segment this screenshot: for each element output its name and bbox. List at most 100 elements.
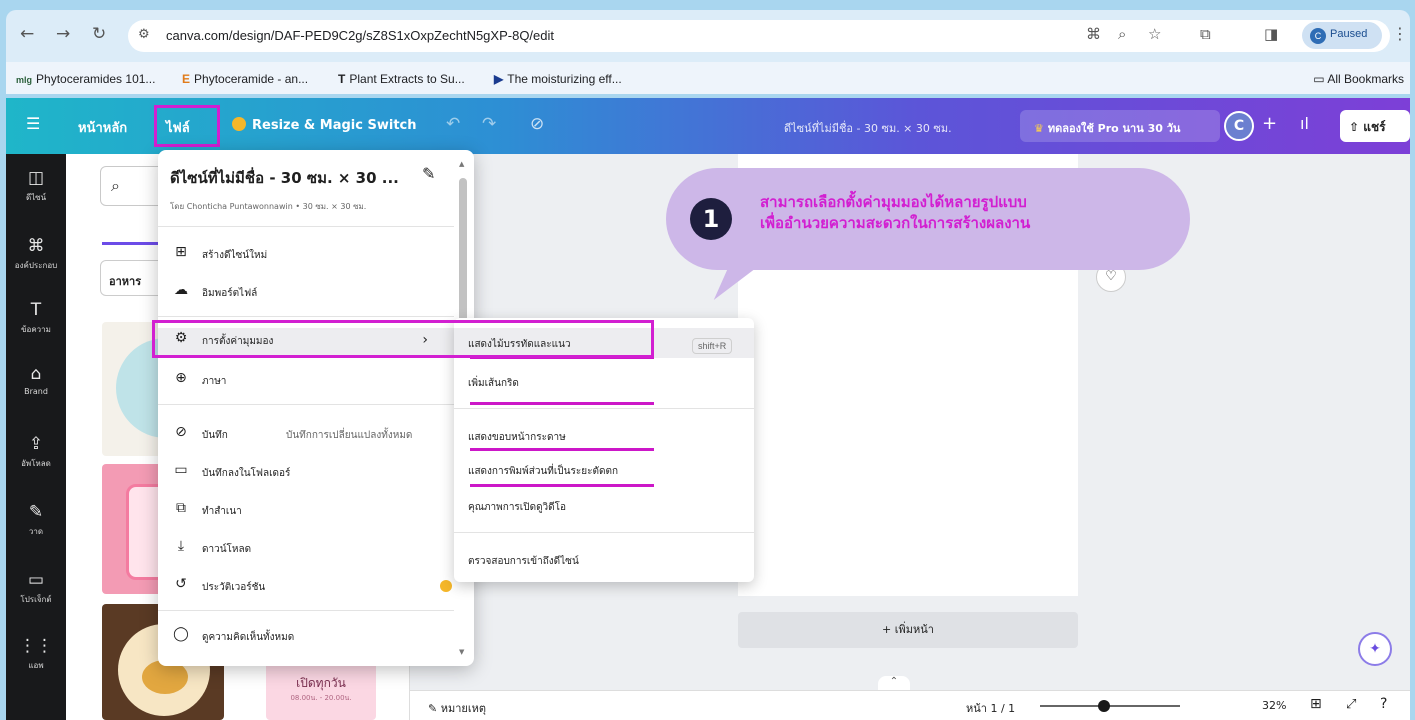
rail-projects[interactable]: ▭ โปรเจ็กต์ [6, 570, 66, 606]
forward-icon[interactable]: → [56, 24, 70, 44]
star-icon[interactable]: ☆ [1148, 25, 1161, 43]
cloud-saved-icon[interactable]: ⊘ [530, 114, 544, 134]
folder-icon: ▭ [174, 462, 188, 478]
divider [454, 532, 754, 533]
annotation-underline [470, 448, 654, 451]
zoom-icon[interactable]: ⌕ [1118, 25, 1126, 43]
apps-grid-icon: ⋮⋮ [19, 636, 53, 656]
fullscreen-icon[interactable]: ⤢ [1346, 697, 1356, 712]
menu-item-view-settings[interactable]: ⚙ การตั้งค่ามุมมอง › [158, 328, 454, 356]
text-icon: T [30, 300, 42, 320]
user-avatar[interactable]: C [1224, 111, 1254, 141]
menu-design-subtitle: โดย Chonticha Puntawonnawin • 30 ซม. × 3… [170, 202, 367, 211]
pencil-icon[interactable]: ✎ [422, 164, 435, 183]
zoom-slider[interactable] [1040, 705, 1180, 707]
menu-item-import[interactable]: ☁ อิมพอร์ตไฟล์ [170, 280, 454, 308]
menu-item-download[interactable]: ⤓ ดาวน์โหลด [170, 536, 454, 564]
translate-icon[interactable]: ⌘ [1086, 25, 1101, 43]
search-icon: ⌕ [111, 176, 120, 195]
grid-view-icon[interactable]: ⊞ [1310, 696, 1322, 712]
globe-icon: ⊕ [175, 370, 187, 386]
notes-icon: ✎ [428, 702, 441, 715]
scrollbar-thumb[interactable] [459, 178, 467, 328]
step-number-badge: 1 [690, 198, 732, 240]
scroll-down-icon[interactable]: ▼ [459, 648, 464, 656]
add-page-button[interactable]: + เพิ่มหน้า [738, 612, 1078, 648]
page-indicator[interactable]: หน้า 1 / 1 [966, 699, 1015, 717]
crown-dot-icon [232, 117, 246, 131]
divider [158, 404, 454, 405]
design-title[interactable]: ดีไซน์ที่ไม่มีชื่อ - 30 ซม. × 30 ซม. [784, 119, 952, 137]
menu-item-language[interactable]: ⊕ ภาษา [170, 368, 454, 396]
submenu-item-grid[interactable]: เพิ่มเส้นกริด [468, 376, 519, 391]
file-highlight-box [154, 105, 220, 147]
help-icon[interactable]: ? [1380, 696, 1387, 712]
submenu-item-video-quality[interactable]: คุณภาพการเปิดดูวิดีโอ [468, 500, 566, 515]
bookmark-1[interactable]: mlg Phytoceramides 101... [16, 72, 155, 86]
cloud-upload-icon: ☁ [174, 282, 188, 298]
zoom-level[interactable]: 32% [1262, 699, 1286, 712]
rail-text[interactable]: T ข้อความ [6, 300, 66, 336]
menu-item-duplicate[interactable]: ⧉ ทำสำเนา [170, 498, 454, 526]
add-collaborator-icon[interactable]: + [1262, 113, 1277, 134]
reload-icon[interactable]: ↻ [92, 24, 106, 44]
bookmark-3[interactable]: T Plant Extracts to Su... [338, 72, 465, 86]
rail-uploads[interactable]: ⇪ อัพโหลด [6, 434, 66, 470]
bookmark-2[interactable]: E Phytoceramide - an... [182, 72, 308, 86]
hamburger-icon[interactable]: ☰ [26, 114, 40, 133]
browser-menu-icon[interactable]: ⋮ [1392, 24, 1408, 43]
submenu-item-print-bleed[interactable]: แสดงการพิมพ์ส่วนที่เป็นระยะตัดตก [468, 464, 618, 479]
magic-sparkle-icon[interactable]: ✦ [1358, 632, 1392, 666]
sidepanel-icon[interactable]: ◨ [1264, 25, 1278, 43]
extensions-icon[interactable]: ⧉ [1200, 25, 1211, 43]
home-button[interactable]: หน้าหลัก [78, 117, 127, 138]
redo-icon[interactable]: ↷ [482, 114, 496, 134]
notes-button[interactable]: ✎ หมายเหตุ [428, 699, 486, 717]
menu-item-new-design[interactable]: ⊞ สร้างดีไซน์ใหม่ [170, 242, 454, 270]
site-settings-icon[interactable]: ⚙ [138, 27, 150, 42]
folder-icon: ▭ [1313, 72, 1328, 86]
annotation-underline [470, 484, 654, 487]
back-icon[interactable]: ← [20, 24, 34, 44]
design-icon: ◫ [27, 168, 45, 188]
bookmarks-bar: mlg Phytoceramides 101... E Phytoceramide … [6, 62, 1410, 94]
new-design-icon: ⊞ [175, 244, 187, 260]
menu-item-view-comments[interactable]: ◯ ดูความคิดเห็นทั้งหมด [170, 624, 454, 652]
menu-design-title[interactable]: ดีไซน์ที่ไม่มีชื่อ - 30 ซม. × 30 ... [170, 166, 399, 190]
menu-item-save[interactable]: ⊘ บันทึก บันทึกการเปลี่ยนแปลงทั้งหมด [170, 422, 454, 450]
menu-item-save-to-folder[interactable]: ▭ บันทึกลงในโฟลเดอร์ [170, 460, 454, 488]
profile-button[interactable]: C Paused [1302, 22, 1382, 49]
divider [158, 226, 454, 227]
annotation-underline [470, 356, 654, 359]
divider [158, 316, 454, 317]
crown-icon: ♛ [1034, 122, 1044, 135]
check-cloud-icon: ⊘ [175, 424, 187, 440]
undo-icon[interactable]: ↶ [446, 114, 460, 134]
rail-draw[interactable]: ✎ วาด [6, 502, 66, 538]
all-bookmarks[interactable]: ▭ All Bookmarks [1313, 72, 1404, 86]
divider [158, 610, 454, 611]
pro-badge-icon [440, 580, 452, 592]
pro-trial-button[interactable]: ♛ ทดลองใช้ Pro นาน 30 วัน [1020, 110, 1220, 142]
divider [454, 408, 754, 409]
canva-topbar: ☰ หน้าหลัก ไฟล์ Resize & Magic Switch ↶ … [6, 98, 1410, 154]
scroll-up-icon[interactable]: ▲ [459, 160, 464, 168]
submenu-item-accessibility[interactable]: ตรวจสอบการเข้าถึงดีไซน์ [468, 554, 579, 569]
submenu-item-margins[interactable]: แสดงขอบหน้ากระดาษ [468, 430, 566, 445]
analytics-icon[interactable]: ıl [1300, 114, 1309, 133]
rail-design[interactable]: ◫ ดีไซน์ [6, 168, 66, 204]
share-button[interactable]: ⇧ แชร์ [1340, 110, 1410, 142]
callout-line-1: สามารถเลือกตั้งค่ามุมมองได้หลายรูปแบบ [760, 193, 1027, 211]
menu-item-version-history[interactable]: ↺ ประวัติเวอร์ชัน [170, 574, 454, 602]
submenu-item-rulers[interactable]: แสดงไม้บรรทัดและแนว [468, 337, 571, 352]
resize-button[interactable]: Resize & Magic Switch [232, 117, 417, 133]
rail-brand[interactable]: ⌂ Brand [6, 364, 66, 396]
share-icon: ⇧ [1349, 120, 1364, 134]
bookmark-4[interactable]: ▶ The moisturizing eff... [494, 72, 622, 86]
zoom-slider-handle[interactable] [1098, 700, 1110, 712]
upload-icon: ⇪ [28, 434, 44, 454]
rail-apps[interactable]: ⋮⋮ แอพ [6, 636, 66, 672]
left-rail: ◫ ดีไซน์ ⌘ องค์ประกอบ T ข้อความ ⌂ Brand ⇪ อัพ… [6, 154, 66, 720]
file-menu: ดีไซน์ที่ไม่มีชื่อ - 30 ซม. × 30 ... ✎ โ… [158, 150, 474, 666]
rail-elements[interactable]: ⌘ องค์ประกอบ [6, 236, 66, 272]
